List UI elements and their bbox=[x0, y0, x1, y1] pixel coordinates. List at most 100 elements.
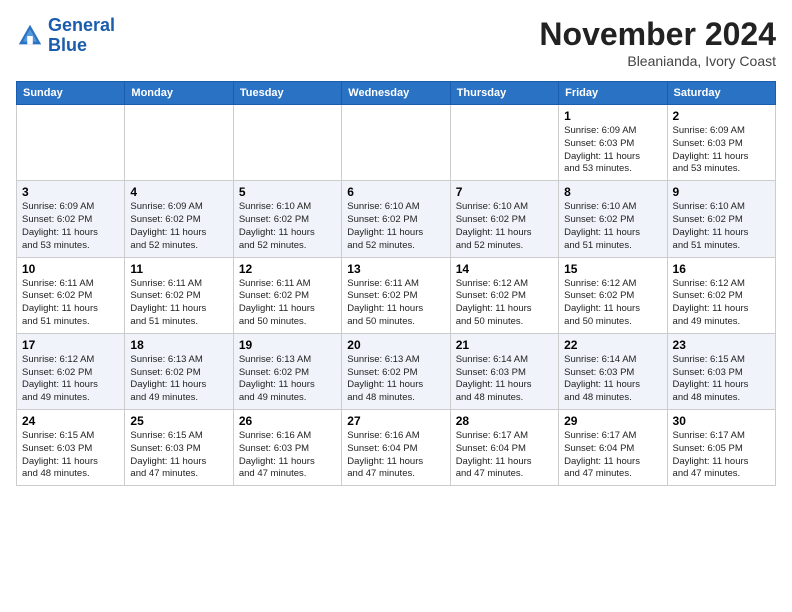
day-number: 23 bbox=[673, 338, 770, 352]
calendar-cell: 25 Sunrise: 6:15 AM Sunset: 6:03 PM Dayli… bbox=[125, 410, 233, 486]
day-number: 24 bbox=[22, 414, 119, 428]
day-number: 17 bbox=[22, 338, 119, 352]
day-number: 25 bbox=[130, 414, 227, 428]
calendar-cell: 10Sunrise: 6:11 AM Sunset: 6:02 PM Dayli… bbox=[17, 257, 125, 333]
month-title: November 2024 bbox=[539, 16, 776, 53]
day-info: Sunrise: 6:15 AM Sunset: 6:03 PM Dayligh… bbox=[130, 430, 227, 481]
title-block: November 2024 Bleanianda, Ivory Coast bbox=[539, 16, 776, 69]
calendar-day-header: Tuesday bbox=[233, 82, 341, 105]
day-number: 12 bbox=[239, 262, 336, 276]
day-number: 2 bbox=[673, 109, 770, 123]
calendar-cell: 17Sunrise: 6:12 AM Sunset: 6:02 PM Dayli… bbox=[17, 333, 125, 409]
day-info: Sunrise: 6:17 AM Sunset: 6:04 PM Dayligh… bbox=[456, 430, 553, 481]
day-number: 4 bbox=[130, 185, 227, 199]
calendar-cell: 14 Sunrise: 6:12 AM Sunset: 6:02 PM Dayli… bbox=[450, 257, 558, 333]
calendar-day-header: Wednesday bbox=[342, 82, 450, 105]
calendar-week-row: 24 Sunrise: 6:15 AM Sunset: 6:03 PM Dayli… bbox=[17, 410, 776, 486]
calendar-cell: 30 Sunrise: 6:17 AM Sunset: 6:05 PM Dayli… bbox=[667, 410, 775, 486]
calendar-week-row: 3Sunrise: 6:09 AM Sunset: 6:02 PM Daylig… bbox=[17, 181, 776, 257]
day-number: 21 bbox=[456, 338, 553, 352]
day-number: 1 bbox=[564, 109, 661, 123]
location: Bleanianda, Ivory Coast bbox=[539, 53, 776, 69]
calendar-day-header: Sunday bbox=[17, 82, 125, 105]
calendar-cell: 28 Sunrise: 6:17 AM Sunset: 6:04 PM Dayli… bbox=[450, 410, 558, 486]
day-info: Sunrise: 6:11 AM Sunset: 6:02 PM Dayligh… bbox=[130, 278, 227, 329]
day-number: 27 bbox=[347, 414, 444, 428]
header: General Blue November 2024 Bleanianda, I… bbox=[16, 16, 776, 69]
calendar-day-header: Saturday bbox=[667, 82, 775, 105]
calendar-cell: 19 Sunrise: 6:13 AM Sunset: 6:02 PM Dayli… bbox=[233, 333, 341, 409]
day-info: Sunrise: 6:10 AM Sunset: 6:02 PM Dayligh… bbox=[456, 201, 553, 252]
calendar-cell: 12 Sunrise: 6:11 AM Sunset: 6:02 PM Dayli… bbox=[233, 257, 341, 333]
day-info: Sunrise: 6:13 AM Sunset: 6:02 PM Dayligh… bbox=[130, 354, 227, 405]
day-number: 5 bbox=[239, 185, 336, 199]
day-info: Sunrise: 6:10 AM Sunset: 6:02 PM Dayligh… bbox=[347, 201, 444, 252]
calendar-day-header: Thursday bbox=[450, 82, 558, 105]
calendar-week-row: 17Sunrise: 6:12 AM Sunset: 6:02 PM Dayli… bbox=[17, 333, 776, 409]
day-info: Sunrise: 6:10 AM Sunset: 6:02 PM Dayligh… bbox=[673, 201, 770, 252]
day-number: 10 bbox=[22, 262, 119, 276]
day-number: 11 bbox=[130, 262, 227, 276]
logo-line1: General bbox=[48, 16, 115, 36]
day-number: 20 bbox=[347, 338, 444, 352]
day-number: 8 bbox=[564, 185, 661, 199]
calendar-week-row: 10 Sunrise: 6:11 AM Sunset: 6:02 PM Dayli… bbox=[17, 257, 776, 333]
calendar-cell: 1 Sunrise: 6:09 AM Sunset: 6:03 PM Daylig… bbox=[559, 105, 667, 181]
calendar-cell: 8 Sunrise: 6:10 AM Sunset: 6:02 PM Daylig… bbox=[559, 181, 667, 257]
day-info: Sunrise: 6:12 AM Sunset: 6:02 PM Dayligh… bbox=[564, 278, 661, 329]
logo-line2: Blue bbox=[48, 36, 115, 56]
day-number: 22 bbox=[564, 338, 661, 352]
calendar-header-row: SundayMondayTuesdayWednesdayThursdayFrid… bbox=[17, 82, 776, 105]
calendar-week-row: 1 Sunrise: 6:09 AM Sunset: 6:03 PM Daylig… bbox=[17, 105, 776, 181]
day-number: 14 bbox=[456, 262, 553, 276]
calendar-cell: 13Sunrise: 6:11 AM Sunset: 6:02 PM Dayli… bbox=[342, 257, 450, 333]
calendar-cell: 15 Sunrise: 6:12 AM Sunset: 6:02 PM Dayli… bbox=[559, 257, 667, 333]
calendar-cell: 2Sunrise: 6:09 AM Sunset: 6:03 PM Daylig… bbox=[667, 105, 775, 181]
logo-icon bbox=[16, 22, 44, 50]
calendar-cell bbox=[342, 105, 450, 181]
day-number: 28 bbox=[456, 414, 553, 428]
day-number: 30 bbox=[673, 414, 770, 428]
day-number: 26 bbox=[239, 414, 336, 428]
day-number: 16 bbox=[673, 262, 770, 276]
calendar-day-header: Monday bbox=[125, 82, 233, 105]
calendar-cell: 24 Sunrise: 6:15 AM Sunset: 6:03 PM Dayli… bbox=[17, 410, 125, 486]
day-info: Sunrise: 6:10 AM Sunset: 6:02 PM Dayligh… bbox=[239, 201, 336, 252]
day-info: Sunrise: 6:14 AM Sunset: 6:03 PM Dayligh… bbox=[456, 354, 553, 405]
day-info: Sunrise: 6:13 AM Sunset: 6:02 PM Dayligh… bbox=[239, 354, 336, 405]
calendar-cell: 11 Sunrise: 6:11 AM Sunset: 6:02 PM Dayli… bbox=[125, 257, 233, 333]
calendar-cell: 5 Sunrise: 6:10 AM Sunset: 6:02 PM Daylig… bbox=[233, 181, 341, 257]
day-info: Sunrise: 6:12 AM Sunset: 6:02 PM Dayligh… bbox=[673, 278, 770, 329]
calendar-cell bbox=[450, 105, 558, 181]
day-info: Sunrise: 6:12 AM Sunset: 6:02 PM Dayligh… bbox=[456, 278, 553, 329]
day-info: Sunrise: 6:09 AM Sunset: 6:03 PM Dayligh… bbox=[564, 125, 661, 176]
calendar-cell: 21 Sunrise: 6:14 AM Sunset: 6:03 PM Dayli… bbox=[450, 333, 558, 409]
day-info: Sunrise: 6:13 AM Sunset: 6:02 PM Dayligh… bbox=[347, 354, 444, 405]
calendar-day-header: Friday bbox=[559, 82, 667, 105]
day-number: 6 bbox=[347, 185, 444, 199]
calendar-cell: 7 Sunrise: 6:10 AM Sunset: 6:02 PM Daylig… bbox=[450, 181, 558, 257]
day-number: 19 bbox=[239, 338, 336, 352]
calendar-cell: 22Sunrise: 6:14 AM Sunset: 6:03 PM Dayli… bbox=[559, 333, 667, 409]
day-number: 7 bbox=[456, 185, 553, 199]
calendar-cell: 29Sunrise: 6:17 AM Sunset: 6:04 PM Dayli… bbox=[559, 410, 667, 486]
day-info: Sunrise: 6:11 AM Sunset: 6:02 PM Dayligh… bbox=[239, 278, 336, 329]
calendar-cell bbox=[17, 105, 125, 181]
calendar-cell: 18Sunrise: 6:13 AM Sunset: 6:02 PM Dayli… bbox=[125, 333, 233, 409]
day-number: 29 bbox=[564, 414, 661, 428]
calendar-cell: 6 Sunrise: 6:10 AM Sunset: 6:02 PM Daylig… bbox=[342, 181, 450, 257]
calendar: SundayMondayTuesdayWednesdayThursdayFrid… bbox=[16, 81, 776, 486]
calendar-cell: 27 Sunrise: 6:16 AM Sunset: 6:04 PM Dayli… bbox=[342, 410, 450, 486]
page: General Blue November 2024 Bleanianda, I… bbox=[0, 0, 792, 502]
day-info: Sunrise: 6:09 AM Sunset: 6:02 PM Dayligh… bbox=[22, 201, 119, 252]
day-info: Sunrise: 6:15 AM Sunset: 6:03 PM Dayligh… bbox=[673, 354, 770, 405]
day-info: Sunrise: 6:15 AM Sunset: 6:03 PM Dayligh… bbox=[22, 430, 119, 481]
day-info: Sunrise: 6:16 AM Sunset: 6:04 PM Dayligh… bbox=[347, 430, 444, 481]
calendar-cell bbox=[233, 105, 341, 181]
day-info: Sunrise: 6:11 AM Sunset: 6:02 PM Dayligh… bbox=[347, 278, 444, 329]
calendar-cell: 23 Sunrise: 6:15 AM Sunset: 6:03 PM Dayli… bbox=[667, 333, 775, 409]
logo-text: General Blue bbox=[48, 16, 115, 56]
day-number: 15 bbox=[564, 262, 661, 276]
day-info: Sunrise: 6:10 AM Sunset: 6:02 PM Dayligh… bbox=[564, 201, 661, 252]
day-info: Sunrise: 6:17 AM Sunset: 6:05 PM Dayligh… bbox=[673, 430, 770, 481]
